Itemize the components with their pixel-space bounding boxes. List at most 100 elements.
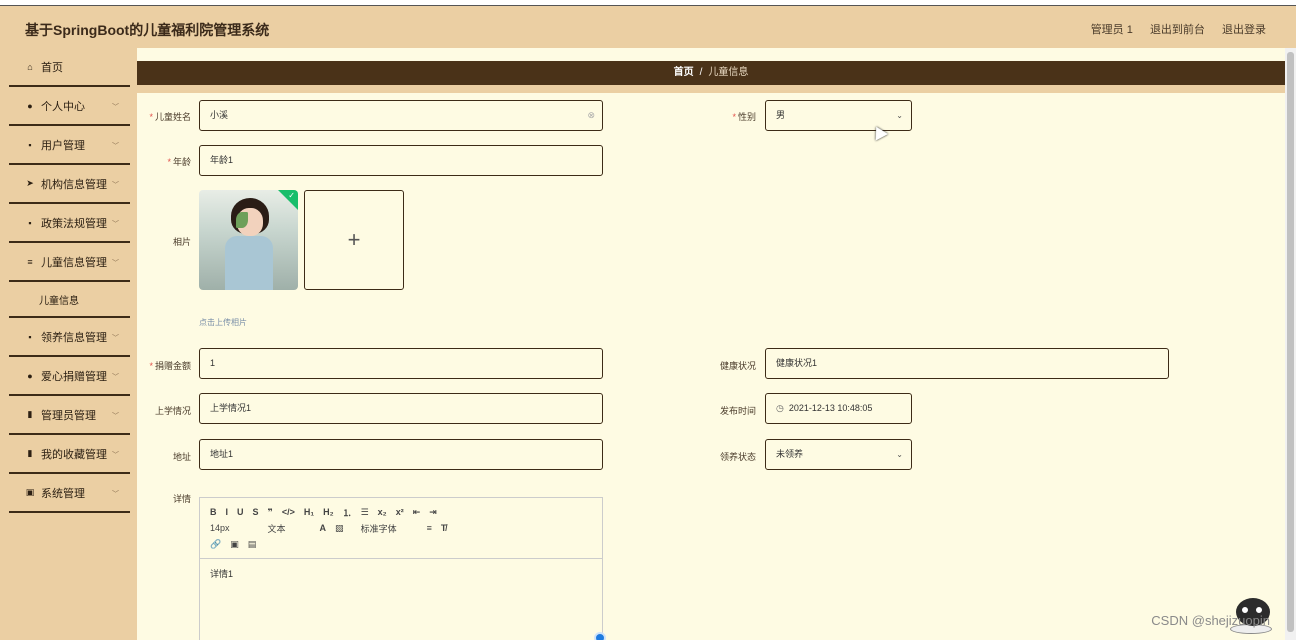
- chevron-down-icon: ﹀: [112, 335, 119, 342]
- school-label: 上学情况: [154, 406, 191, 416]
- logout-link[interactable]: 退出登录: [1222, 24, 1266, 36]
- editor-toolbar: B I U S ❞ </> H₁ H₂ ⒈ ☰ x₂ x² ⇤ ⇥ 14px 文本 A ▧ 标准字体 ≡ …: [200, 498, 602, 559]
- health-input[interactable]: 健康状况1: [765, 348, 1169, 379]
- breadcrumb: 首页 / 儿童信息: [137, 61, 1285, 85]
- amount-input[interactable]: 1: [199, 348, 603, 379]
- breadcrumb-home[interactable]: 首页: [674, 67, 694, 78]
- sidebar-item-label: 用户管理: [41, 139, 85, 152]
- name-input[interactable]: 小溪 ⊗: [199, 100, 603, 131]
- address-input[interactable]: 地址1: [199, 439, 603, 470]
- toolbar-button-5[interactable]: </>: [282, 507, 295, 517]
- watermark: CSDN @shejizuopin: [1151, 613, 1270, 628]
- sidebar-item-label: 个人中心: [41, 100, 85, 113]
- toolbar-button-0[interactable]: B: [210, 507, 217, 517]
- sidebar-item-label: 爱心捐赠管理: [41, 370, 107, 383]
- toolbar-button-3[interactable]: S: [253, 507, 259, 517]
- chart-icon: ▮: [27, 409, 33, 419]
- sidebar-item-label: 机构信息管理: [41, 178, 107, 191]
- breadcrumb-separator: /: [699, 67, 703, 78]
- app-header: 基于SpringBoot的儿童福利院管理系统 管理员 1 退出到前台 退出登录: [0, 6, 1296, 48]
- photo-label: 相片: [172, 237, 191, 247]
- toolbar-button-12[interactable]: ⇤: [413, 507, 421, 518]
- health-label: 健康状况: [719, 361, 756, 371]
- font-size-select[interactable]: 14px: [210, 523, 230, 533]
- editor-content[interactable]: 详情1: [200, 559, 602, 588]
- sidebar: ⌂ 首页 ● 个人中心 ﹀ ▪ 用户管理 ﹀ ➤ 机构信息管理 ﹀ ▪ 政策法规管理 ﹀ ≡ 儿童信息管理 ﹀ 儿…: [0, 48, 137, 640]
- gender-select[interactable]: 男 ⌄: [765, 100, 912, 131]
- toolbar-button-6[interactable]: H₁: [304, 507, 314, 517]
- address-label: 地址: [172, 452, 191, 462]
- text-type-select[interactable]: 文本: [268, 522, 286, 535]
- plus-icon: +: [347, 227, 361, 252]
- clear-format-icon[interactable]: T̸: [441, 523, 447, 533]
- chevron-down-icon: ﹀: [112, 260, 119, 267]
- detail-label: 详情: [172, 494, 191, 504]
- date-picker[interactable]: ◷ 2021-12-13 10:48:05: [765, 393, 912, 424]
- date-label: 发布时间: [719, 406, 756, 416]
- adopt-select[interactable]: 未领养 ⌄: [765, 439, 912, 470]
- school-input[interactable]: 上学情况1: [199, 393, 603, 424]
- toolbar-button-4[interactable]: ❞: [268, 507, 273, 518]
- content-top-divider: [137, 85, 1285, 93]
- age-label: * 年龄: [167, 157, 191, 167]
- sidebar-item-label: 管理员管理: [41, 409, 96, 422]
- clear-icon[interactable]: ⊗: [587, 101, 595, 130]
- chevron-down-icon: ﹀: [112, 452, 119, 459]
- toolbar-button-11[interactable]: x²: [396, 507, 404, 517]
- upload-photo-button[interactable]: +: [304, 190, 404, 290]
- header-links: 管理员 1 退出到前台 退出登录: [1077, 21, 1266, 37]
- sidebar-item-9[interactable]: ▮ 我的收藏管理 ﹀: [9, 435, 130, 474]
- resize-handle[interactable]: [594, 632, 606, 640]
- age-input[interactable]: 年龄1: [199, 145, 603, 176]
- toolbar-button-10[interactable]: x₂: [378, 507, 387, 517]
- clipboard-icon: ▣: [25, 487, 35, 497]
- chevron-down-icon: ﹀: [112, 491, 119, 498]
- chevron-down-icon: ﹀: [112, 104, 119, 111]
- child-photo[interactable]: ✓: [199, 190, 298, 290]
- back-to-front-link[interactable]: 退出到前台: [1150, 24, 1205, 36]
- toolbar-button-1[interactable]: I: [226, 507, 229, 517]
- upload-hint: 点击上传相片: [199, 318, 247, 327]
- toolbar-button-9[interactable]: ☰: [361, 507, 369, 518]
- page-scrollbar[interactable]: [1285, 48, 1296, 640]
- sidebar-item-2[interactable]: ▪ 用户管理 ﹀: [9, 126, 130, 165]
- background-color-icon[interactable]: ▧: [335, 523, 344, 534]
- chevron-down-icon: ⌄: [896, 450, 903, 459]
- sidebar-item-label: 政策法规管理: [41, 217, 107, 230]
- sidebar-item-5[interactable]: ≡ 儿童信息管理 ﹀: [9, 243, 130, 282]
- user-icon: ●: [27, 100, 33, 111]
- font-color-icon[interactable]: A: [320, 523, 327, 533]
- sidebar-item-4[interactable]: ▪ 政策法规管理 ﹀: [9, 204, 130, 243]
- sidebar-item-label: 系统管理: [41, 487, 85, 500]
- link-icon[interactable]: 🔗: [210, 539, 221, 550]
- align-icon[interactable]: ≡: [427, 523, 432, 533]
- chevron-down-icon: ﹀: [112, 413, 119, 420]
- sidebar-item-8[interactable]: ▮ 管理员管理 ﹀: [9, 396, 130, 435]
- chevron-down-icon: ⌄: [896, 111, 903, 120]
- sidebar-subitem-child-info[interactable]: 儿童信息: [9, 282, 130, 318]
- video-icon[interactable]: ▤: [248, 539, 257, 550]
- amount-label: * 捐赠金额: [149, 361, 191, 371]
- image-icon[interactable]: ▣: [230, 539, 239, 550]
- grid-icon: ▪: [28, 139, 32, 150]
- sidebar-item-label: 首页: [41, 61, 63, 74]
- sidebar-item-label: 儿童信息管理: [41, 256, 107, 269]
- sidebar-item-7[interactable]: ● 爱心捐赠管理 ﹀: [9, 357, 130, 396]
- clock-icon: ◷: [776, 403, 784, 413]
- sidebar-item-1[interactable]: ● 个人中心 ﹀: [9, 87, 130, 126]
- gender-label: * 性别: [732, 112, 756, 122]
- rich-text-editor[interactable]: B I U S ❞ </> H₁ H₂ ⒈ ☰ x₂ x² ⇤ ⇥ 14px 文本 A ▧ 标准字体 ≡ …: [199, 497, 603, 640]
- chevron-down-icon: ﹀: [112, 143, 119, 150]
- font-family-select[interactable]: 标准字体: [361, 522, 397, 535]
- sidebar-item-0[interactable]: ⌂ 首页: [9, 48, 130, 87]
- sidebar-item-10[interactable]: ▣ 系统管理 ﹀: [9, 474, 130, 513]
- toolbar-button-7[interactable]: H₂: [323, 507, 334, 517]
- toolbar-button-8[interactable]: ⒈: [343, 506, 352, 519]
- sidebar-item-6[interactable]: ▪ 领养信息管理 ﹀: [9, 318, 130, 357]
- sidebar-item-3[interactable]: ➤ 机构信息管理 ﹀: [9, 165, 130, 204]
- sidebar-item-label: 领养信息管理: [41, 331, 107, 344]
- toolbar-button-2[interactable]: U: [237, 507, 244, 517]
- toolbar-button-13[interactable]: ⇥: [429, 507, 437, 518]
- app-title: 基于SpringBoot的儿童福利院管理系统: [25, 22, 270, 38]
- name-label: * 儿童姓名: [149, 112, 191, 122]
